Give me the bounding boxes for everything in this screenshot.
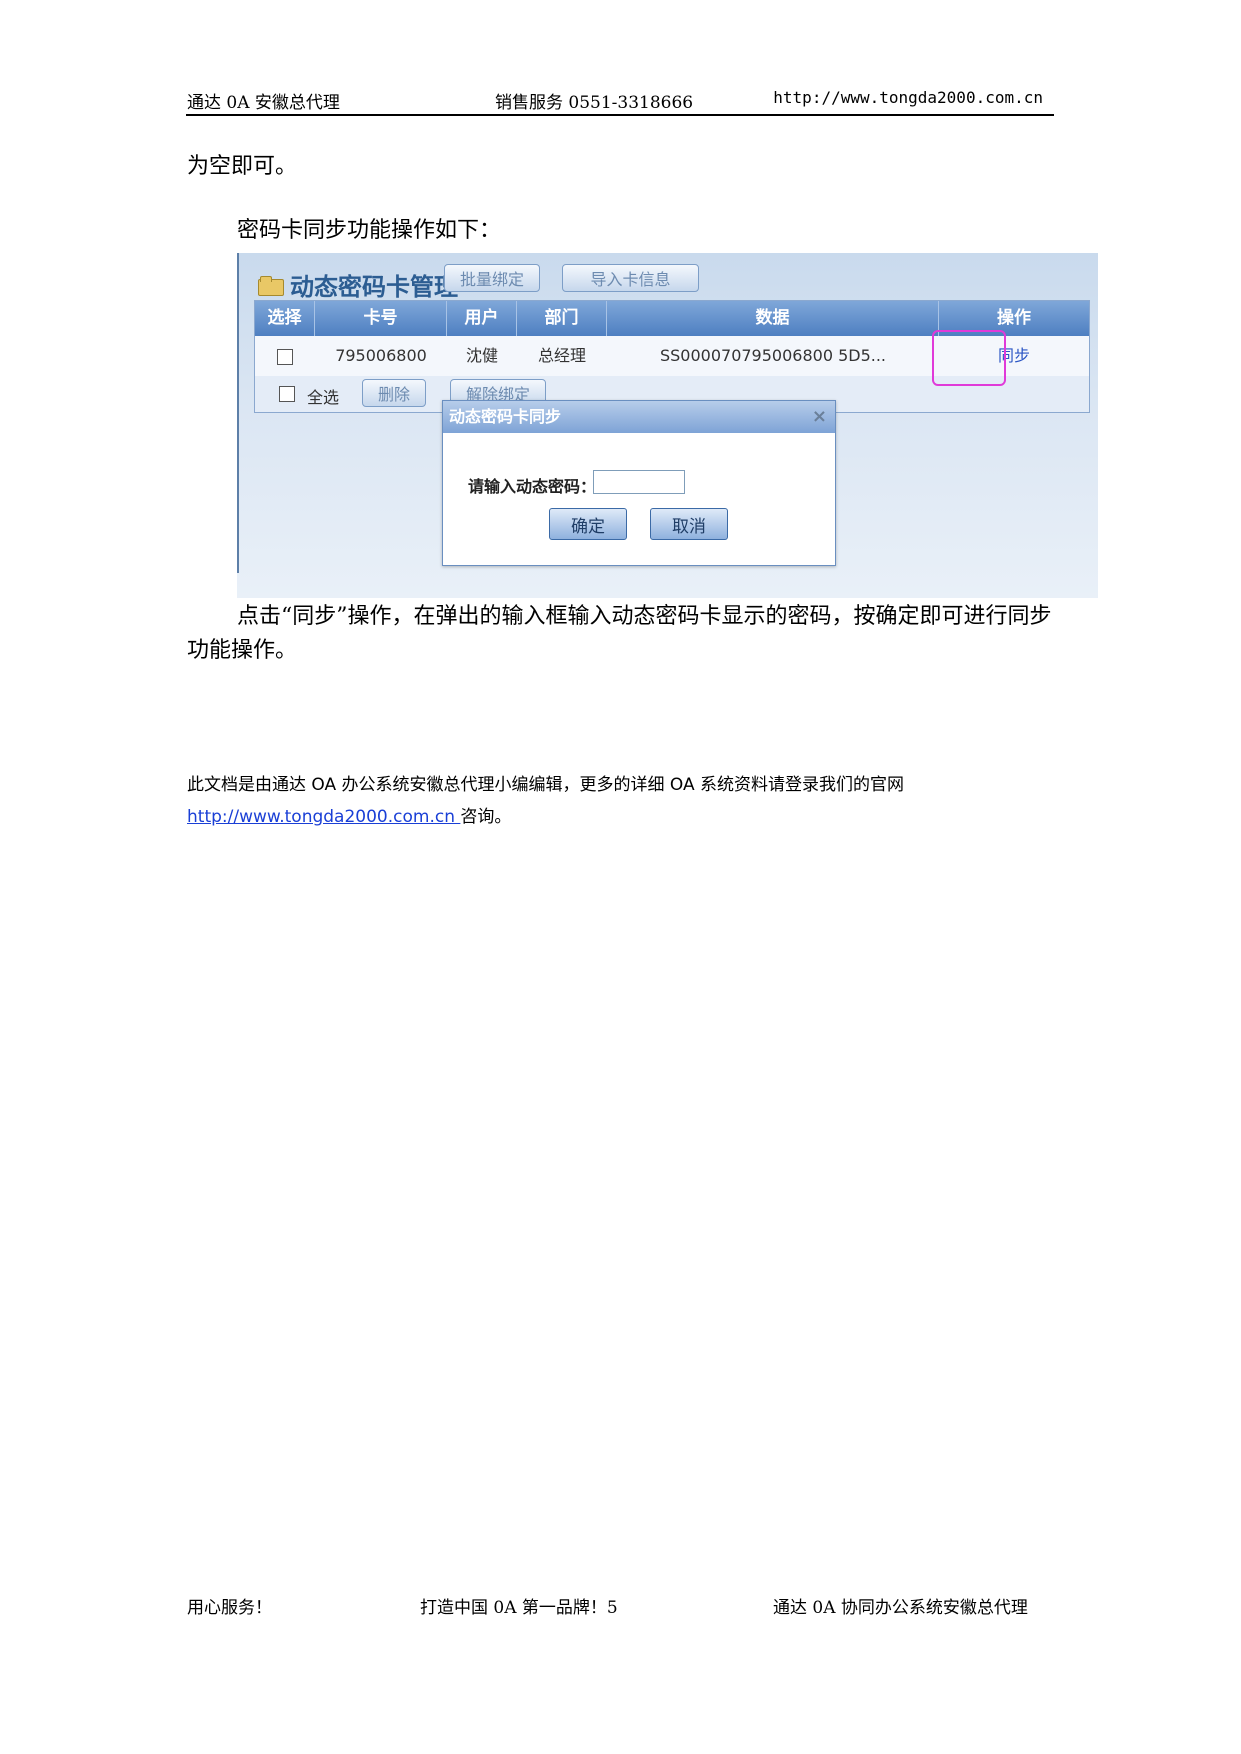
delete-button[interactable]: 删除 — [362, 379, 426, 407]
cell-card-no: 795006800 — [335, 346, 427, 365]
close-icon[interactable]: × — [812, 401, 827, 433]
col-data: 数据 — [607, 301, 939, 336]
cell-data: SS000070795006800 5D5... — [659, 346, 887, 365]
screenshot-figure: 动态密码卡管理 批量绑定 导入卡信息 选择 卡号 用户 部门 数据 操作 795… — [237, 253, 1098, 598]
footer-left: 用心服务！ — [187, 1598, 272, 1618]
note-suffix: 咨询。 — [460, 807, 512, 827]
col-user: 用户 — [447, 301, 517, 336]
cancel-button[interactable]: 取消 — [650, 508, 728, 540]
col-select: 选择 — [255, 301, 315, 336]
dialog-title: 动态密码卡同步 × — [443, 401, 835, 433]
dialog-title-text: 动态密码卡同步 — [449, 407, 562, 426]
page-header: 通达 0A 安徽总代理 销售服务 0551-3318666 http://www… — [187, 88, 1053, 114]
col-dept: 部门 — [517, 301, 607, 336]
cell-dept: 总经理 — [537, 346, 586, 365]
confirm-button[interactable]: 确定 — [549, 508, 627, 540]
password-input[interactable] — [593, 470, 685, 494]
password-label: 请输入动态密码： — [468, 477, 597, 496]
figure-left-border — [237, 253, 239, 573]
header-center: 销售服务 0551-3318666 — [495, 93, 694, 113]
sync-dialog: 动态密码卡同步 × 请输入动态密码： 确定 取消 — [442, 400, 836, 566]
select-all-checkbox[interactable] — [279, 386, 295, 402]
row-checkbox[interactable] — [277, 348, 293, 365]
header-rule — [186, 114, 1054, 116]
panel-title: 动态密码卡管理 — [258, 267, 458, 302]
website-link[interactable]: http://www.tongda2000.com.cn — [187, 807, 460, 827]
note-text: 此文档是由通达 OA 办公系统安徽总代理小编编辑，更多的详细 OA 系统资料请登… — [187, 775, 905, 795]
paragraph-2: 密码卡同步功能操作如下： — [237, 218, 502, 243]
paragraph-3: 点击“同步”操作，在弹出的输入框输入动态密码卡显示的密码，按确定即可进行同步功能… — [187, 604, 1052, 663]
paragraph-1: 为空即可。 — [187, 154, 298, 179]
footer-center: 打造中国 0A 第一品牌！5 — [420, 1598, 618, 1618]
header-url: http://www.tongda2000.com.cn — [773, 88, 1043, 107]
card-table: 选择 卡号 用户 部门 数据 操作 795006800 沈健 总经理 SS000… — [254, 300, 1090, 413]
cell-user: 沈健 — [465, 346, 498, 365]
col-card-no: 卡号 — [315, 301, 447, 336]
footer-right: 通达 0A 协同办公系统安徽总代理 — [773, 1598, 1028, 1618]
document-note: 此文档是由通达 OA 办公系统安徽总代理小编编辑，更多的详细 OA 系统资料请登… — [187, 769, 1067, 833]
folder-icon — [258, 275, 284, 296]
panel-title-text: 动态密码卡管理 — [290, 273, 458, 301]
import-card-info-button[interactable]: 导入卡信息 — [562, 264, 699, 292]
header-left: 通达 0A 安徽总代理 — [187, 93, 340, 113]
select-all-label: 全选 — [307, 388, 340, 407]
batch-bind-button[interactable]: 批量绑定 — [444, 264, 540, 292]
